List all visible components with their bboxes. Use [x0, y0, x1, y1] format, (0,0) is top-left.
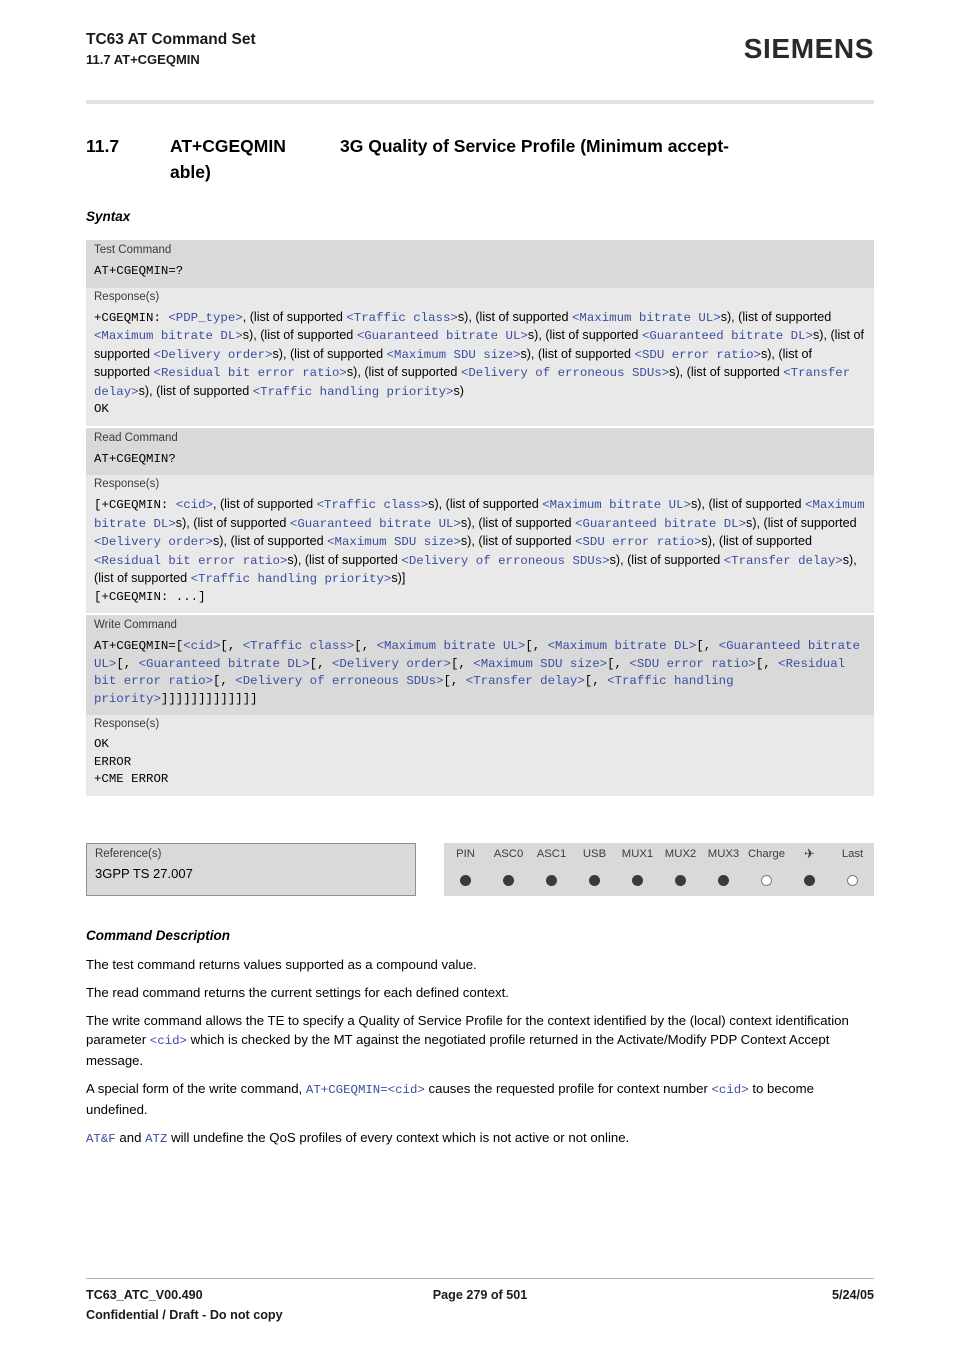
pin-header-mux2: MUX2	[664, 848, 697, 860]
pin-column-charge: Charge	[745, 843, 788, 896]
write-response-area: OK ERROR +CME ERROR	[86, 731, 874, 796]
read-response-area: [+CGEQMIN: <cid>, (list of supported <Tr…	[86, 491, 874, 613]
document-page: TC63 AT Command Set 11.7 AT+CGEQMIN SIEM…	[0, 0, 954, 1351]
pin-column-mux1: MUX1	[616, 843, 659, 896]
pin-dot-mux1	[632, 875, 643, 886]
pin-header-mux1: MUX1	[621, 848, 654, 860]
read-command-text: AT+CGEQMIN?	[94, 451, 176, 466]
pin-header-asc0: ASC0	[493, 848, 524, 860]
pin-table: PIN ASC0 ASC1 USB MUX1 MUX2 MUX3 Charge …	[444, 843, 874, 896]
footer-date: 5/24/05	[831, 1288, 874, 1302]
section-number: 11.7	[86, 136, 120, 156]
pin-column-usb: USB	[573, 843, 616, 896]
pin-column-mux2: MUX2	[659, 843, 702, 896]
write-response-ok: OK	[94, 737, 109, 751]
syntax-table: Test Command AT+CGEQMIN=? Response(s) +C…	[86, 240, 874, 798]
command-description-heading: Command Description	[86, 928, 231, 943]
description-paragraph-3: The write command allows the TE to speci…	[86, 1013, 849, 1068]
footer-page-number: Page 279 of 501	[432, 1288, 528, 1302]
pin-dot-last	[847, 875, 858, 886]
write-command-line: AT+CGEQMIN=[<cid>[, <Traffic class>[, <M…	[86, 633, 874, 715]
pin-column-airplane: ✈	[788, 843, 831, 896]
syntax-heading: Syntax	[86, 209, 131, 224]
header-divider	[86, 100, 874, 104]
pin-header-asc1: ASC1	[536, 848, 567, 860]
pin-dot-asc1	[546, 875, 557, 886]
test-command-label: Test Command	[86, 240, 874, 258]
pin-dot-mux3	[718, 875, 729, 886]
description-paragraph-5: AT&F and ATZ will undefine the QoS profi…	[86, 1130, 630, 1146]
pin-header-pin: PIN	[456, 848, 475, 860]
pin-column-mux3: MUX3	[702, 843, 745, 896]
test-response-ok: OK	[94, 402, 109, 416]
pin-header-usb: USB	[582, 848, 607, 860]
pin-dot-charge	[761, 875, 772, 886]
footer-confidential: Confidential / Draft - Do not copy	[86, 1308, 283, 1322]
test-response-label: Response(s)	[86, 287, 874, 304]
reference-row: Reference(s) 3GPP TS 27.007 PIN ASC0 ASC…	[86, 843, 874, 896]
pin-column-asc1: ASC1	[530, 843, 573, 896]
reference-box: Reference(s) 3GPP TS 27.007	[86, 843, 416, 896]
write-command-block: Write Command AT+CGEQMIN=[<cid>[, <Traff…	[86, 615, 874, 796]
footer-doc-id: TC63_ATC_V00.490	[86, 1288, 203, 1302]
section-title-line2: able)	[170, 162, 211, 182]
pin-header-charge: Charge	[747, 848, 786, 860]
section-command: AT+CGEQMIN	[170, 136, 286, 156]
write-response-cme-error: +CME ERROR	[94, 772, 169, 786]
pin-column-last: Last	[831, 843, 874, 896]
test-response-area: +CGEQMIN: <PDP_type>, (list of supported…	[86, 303, 874, 426]
pin-dot-asc0	[503, 875, 514, 886]
read-command-label: Read Command	[86, 427, 874, 446]
pin-dot-pin	[460, 875, 471, 886]
read-response-body: [+CGEQMIN: <cid>, (list of supported <Tr…	[94, 497, 872, 586]
siemens-logo: SIEMENS	[743, 33, 874, 64]
pin-dot-mux2	[675, 875, 686, 886]
read-command-block: Read Command AT+CGEQMIN? Response(s) [+C…	[86, 427, 874, 613]
reference-label: Reference(s)	[95, 848, 162, 860]
pin-header-mux3: MUX3	[707, 848, 740, 860]
pin-header-last: Last	[841, 848, 864, 860]
pin-column-asc0: ASC0	[487, 843, 530, 896]
footer-divider	[86, 1278, 874, 1279]
command-description-body: The test command returns values supporte…	[86, 955, 876, 1158]
read-response-label: Response(s)	[86, 475, 874, 491]
test-response-body: +CGEQMIN: <PDP_type>, (list of supported…	[94, 309, 868, 399]
write-command-text: AT+CGEQMIN=[<cid>[, <Traffic class>[, <M…	[94, 639, 868, 706]
page-title: 11.7 AT+CGEQMIN 3G Quality of Service Prof…	[86, 133, 876, 185]
airplane-icon: ✈	[804, 846, 815, 861]
page-footer: TC63_ATC_V00.490 Page 279 of 501 5/24/05…	[86, 1286, 874, 1325]
write-response-label: Response(s)	[86, 715, 874, 731]
write-response-error: ERROR	[94, 754, 132, 769]
pin-dot-airplane	[804, 875, 815, 886]
pin-dot-usb	[589, 875, 600, 886]
description-paragraph-4: A special form of the write command, AT+…	[86, 1081, 814, 1117]
test-command-line: AT+CGEQMIN=?	[86, 258, 874, 288]
description-paragraph-2: The read command returns the current set…	[86, 985, 509, 1000]
pin-column-pin: PIN	[444, 843, 487, 896]
description-paragraph-1: The test command returns values supporte…	[86, 957, 477, 972]
test-command-text: AT+CGEQMIN=?	[94, 264, 184, 278]
read-response-more: [+CGEQMIN: ...]	[94, 589, 206, 604]
write-command-label: Write Command	[86, 615, 874, 633]
test-command-block: Test Command AT+CGEQMIN=? Response(s) +C…	[86, 240, 874, 426]
section-title-line1: 3G Quality of Service Profile (Minimum a…	[340, 136, 729, 156]
reference-value: 3GPP TS 27.007	[95, 866, 193, 881]
read-command-line: AT+CGEQMIN?	[86, 445, 874, 475]
